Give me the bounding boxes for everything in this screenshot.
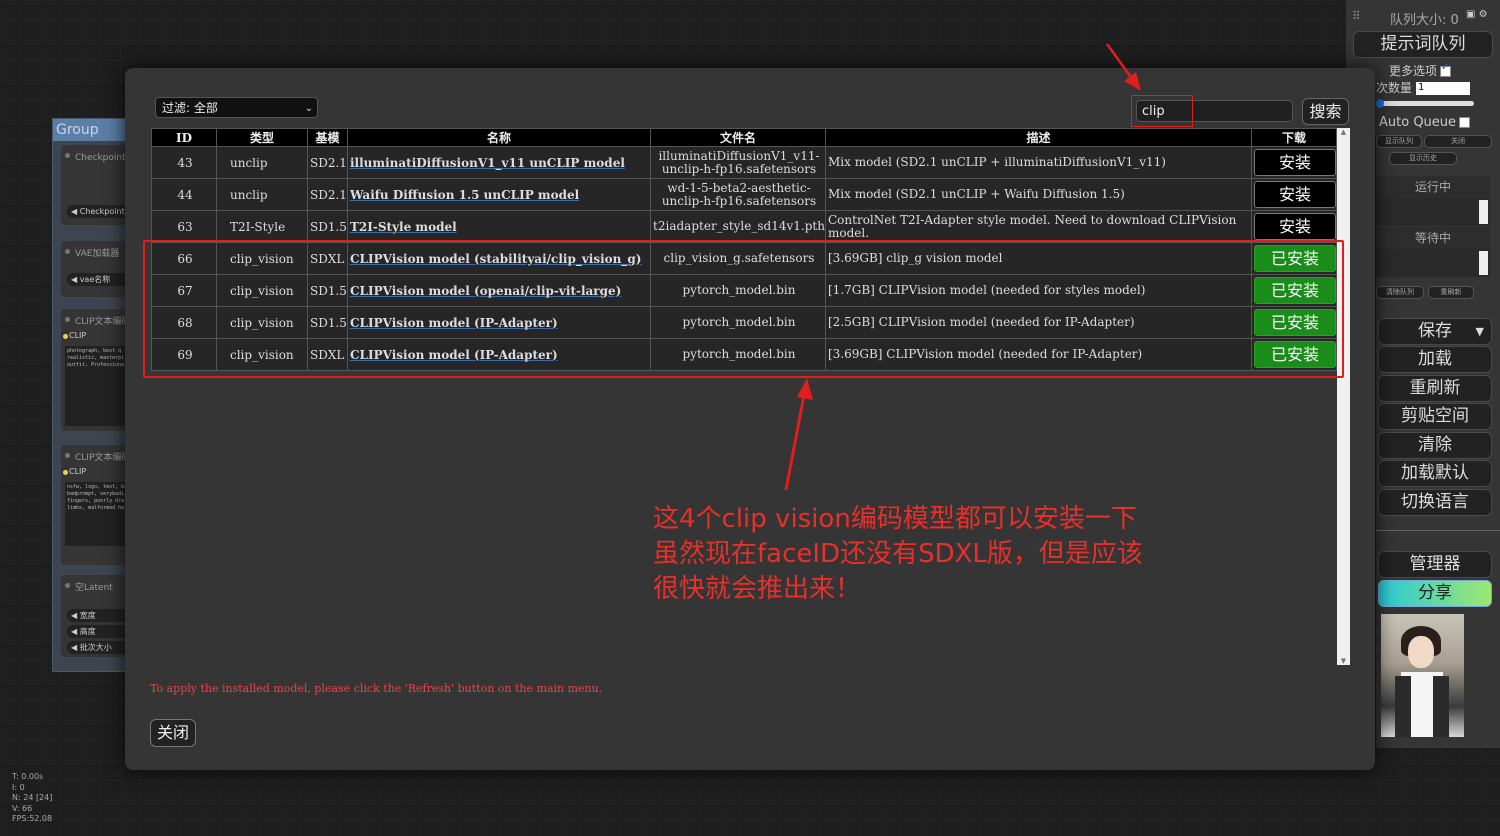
annotation-arrows bbox=[784, 43, 1141, 491]
annotation-line: 虽然现在faceID还没有SDXL版，但是应该 bbox=[653, 539, 1143, 569]
arrow-to-search-icon bbox=[1105, 43, 1141, 91]
annotation-line: 很快就会推出来！ bbox=[653, 574, 862, 604]
annotation-line: 这4个clip vision编码模型都可以安装一下 bbox=[653, 504, 1137, 534]
annotation-text: 这4个clip vision编码模型都可以安装一下 虽然现在faceID还没有S… bbox=[653, 502, 1143, 607]
arrow-to-table-icon bbox=[784, 378, 813, 491]
